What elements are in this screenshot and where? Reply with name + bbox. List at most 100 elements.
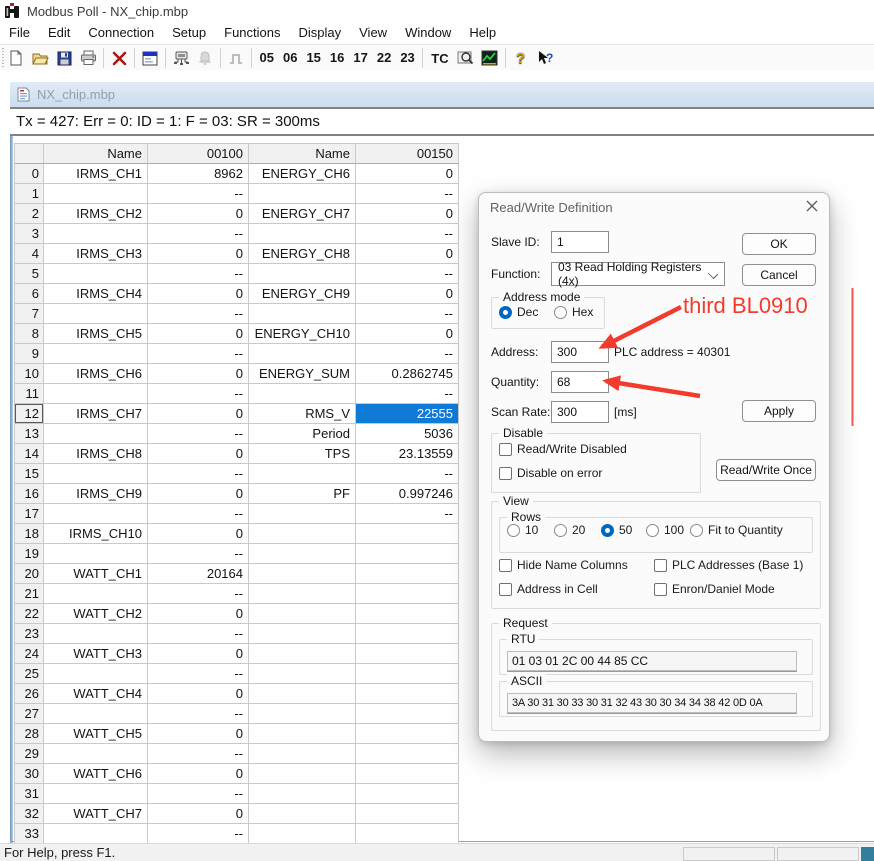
save-icon[interactable] [52,47,76,69]
grid-row-number[interactable]: 0 [15,164,44,184]
grid-cell[interactable]: WATT_CH6 [44,764,148,784]
menu-file[interactable]: File [0,22,39,44]
checkbox-enron-daniel-mode[interactable]: Enron/Daniel Mode [654,582,775,596]
grid-cell[interactable]: IRMS_CH1 [44,164,148,184]
grid-cell[interactable] [249,384,356,404]
grid-cell[interactable]: IRMS_CH10 [44,524,148,544]
checkbox-hide-name-columns[interactable]: Hide Name Columns [499,558,628,572]
grid-cell[interactable]: -- [148,224,249,244]
grid-cell[interactable] [249,344,356,364]
radio-100[interactable]: 100 [646,523,684,537]
grid-cell[interactable]: 0.997246 [356,484,459,504]
grid-cell[interactable] [44,544,148,564]
grid-cell[interactable]: WATT_CH1 [44,564,148,584]
grid-cell[interactable]: 0 [148,644,249,664]
open-file-icon[interactable] [28,47,52,69]
grid-row-number[interactable]: 13 [15,424,44,444]
grid-cell[interactable] [356,524,459,544]
function-17-button[interactable]: 17 [349,47,372,69]
grid-row-number[interactable]: 3 [15,224,44,244]
grid-cell[interactable] [44,184,148,204]
grid-cell[interactable]: 0 [356,324,459,344]
grid-cell[interactable]: WATT_CH3 [44,644,148,664]
grid-cell[interactable]: IRMS_CH5 [44,324,148,344]
grid-row-number[interactable]: 24 [15,644,44,664]
grid-row-number[interactable]: 7 [15,304,44,324]
grid-cell[interactable] [249,464,356,484]
menu-view[interactable]: View [350,22,396,44]
radio-20[interactable]: 20 [554,523,585,537]
grid-cell[interactable] [249,644,356,664]
grid-cell[interactable]: IRMS_CH7 [44,404,148,424]
function-22-button[interactable]: 22 [372,47,395,69]
grid-cell[interactable]: IRMS_CH4 [44,284,148,304]
grid-cell[interactable]: 8962 [148,164,249,184]
grid-cell[interactable]: IRMS_CH3 [44,244,148,264]
communication-traffic-icon[interactable] [169,47,193,69]
grid-cell[interactable]: -- [356,344,459,364]
error-counter-icon[interactable] [193,47,217,69]
checkbox-plc-addresses-base-1[interactable]: PLC Addresses (Base 1) [654,558,803,572]
grid-row-number[interactable]: 16 [15,484,44,504]
grid-row-number[interactable]: 28 [15,724,44,744]
close-icon[interactable] [805,199,819,213]
grid-cell[interactable] [356,784,459,804]
grid-cell[interactable]: PF [249,484,356,504]
radio-50[interactable]: 50 [601,523,632,537]
grid-row-number[interactable]: 25 [15,664,44,684]
grid-header-1[interactable]: Name [44,144,148,164]
grid-cell[interactable]: Period [249,424,356,444]
grid-cell[interactable] [356,684,459,704]
grid-cell[interactable]: -- [148,664,249,684]
grid-cell[interactable]: -- [148,824,249,844]
grid-row-number[interactable]: 10 [15,364,44,384]
grid-cell[interactable]: IRMS_CH9 [44,484,148,504]
slave-id-input[interactable] [551,231,609,253]
grid-cell[interactable] [44,664,148,684]
grid-cell[interactable]: 0 [148,204,249,224]
grid-cell[interactable]: -- [148,304,249,324]
grid-cell[interactable] [356,544,459,564]
grid-cell[interactable] [44,704,148,724]
grid-row-number[interactable]: 2 [15,204,44,224]
grid-cell[interactable]: 0 [148,684,249,704]
grid-cell[interactable] [249,724,356,744]
grid-row-number[interactable]: 11 [15,384,44,404]
grid-row-number[interactable]: 26 [15,684,44,704]
grid-row-number[interactable]: 32 [15,804,44,824]
grid-cell[interactable] [249,584,356,604]
grid-cell[interactable] [249,704,356,724]
grid-row-number[interactable]: 6 [15,284,44,304]
single-poll-icon[interactable] [224,47,248,69]
grid-cell[interactable]: -- [356,504,459,524]
menu-window[interactable]: Window [396,22,460,44]
grid-cell[interactable] [249,264,356,284]
grid-cell[interactable] [44,224,148,244]
grid-cell[interactable] [249,684,356,704]
grid-cell[interactable]: ENERGY_CH7 [249,204,356,224]
grid-row-number[interactable]: 9 [15,344,44,364]
grid-cell[interactable] [356,744,459,764]
grid-cell[interactable]: 0 [148,804,249,824]
grid-row-number[interactable]: 5 [15,264,44,284]
grid-cell[interactable] [44,784,148,804]
radio-fit-to-quantity[interactable]: Fit to Quantity [690,523,783,537]
ok-button[interactable]: OK [742,233,816,255]
grid-cell[interactable]: IRMS_CH2 [44,204,148,224]
grid-cell[interactable]: -- [148,424,249,444]
grid-cell[interactable] [249,784,356,804]
grid-cell[interactable]: 0 [148,324,249,344]
context-help-icon[interactable]: ? [533,47,557,69]
grid-cell[interactable]: 0 [148,604,249,624]
grid-cell[interactable] [356,824,459,844]
grid-header-0[interactable] [15,144,44,164]
grid-cell[interactable] [356,584,459,604]
grid-cell[interactable]: -- [148,264,249,284]
radio-10[interactable]: 10 [507,523,538,537]
grid-cell[interactable]: -- [356,464,459,484]
grid-cell[interactable] [249,744,356,764]
grid-cell[interactable] [356,564,459,584]
grid-cell[interactable]: -- [148,584,249,604]
grid-row-number[interactable]: 8 [15,324,44,344]
grid-cell[interactable] [249,504,356,524]
